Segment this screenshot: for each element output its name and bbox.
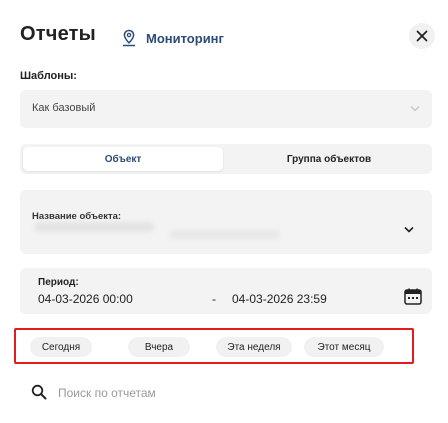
- period-label: Период:: [38, 277, 79, 288]
- templates-selected-value: Как базовый: [32, 102, 96, 114]
- period-end-value[interactable]: 04-03-2026 23:59: [232, 292, 327, 306]
- object-select[interactable]: Название объекта:: [20, 190, 432, 254]
- quick-range-today[interactable]: Сегодня: [30, 337, 92, 357]
- templates-label: Шаблоны:: [20, 70, 77, 82]
- quick-range-bar: Сегодня Вчера Эта неделя Этот месяц: [14, 328, 414, 364]
- report-search-input[interactable]: [58, 383, 418, 403]
- calendar-icon[interactable]: [404, 288, 422, 305]
- quick-range-this-week[interactable]: Эта неделя: [216, 337, 292, 357]
- templates-select[interactable]: Как базовый: [20, 90, 432, 128]
- search-icon: [31, 384, 47, 400]
- close-button[interactable]: [409, 23, 435, 49]
- target-type-switch: Объект Группа объектов: [20, 144, 432, 174]
- redacted-text: [170, 230, 280, 239]
- chevron-down-icon: [404, 226, 414, 233]
- monitoring-link[interactable]: Мониторинг: [146, 31, 224, 46]
- period-field[interactable]: Период: 04-03-2026 00:00 - 04-03-2026 23…: [20, 268, 432, 314]
- quick-range-yesterday[interactable]: Вчера: [128, 337, 190, 357]
- quick-range-this-month[interactable]: Этот месяц: [304, 337, 384, 357]
- page-title: Отчеты: [20, 23, 96, 45]
- tab-object-group[interactable]: Группа объектов: [229, 147, 429, 171]
- period-separator: -: [212, 292, 216, 306]
- tab-object[interactable]: Объект: [23, 147, 223, 171]
- location-pin-icon[interactable]: [121, 29, 137, 47]
- object-name-label: Название объекта:: [32, 211, 122, 222]
- chevron-down-icon: [410, 106, 420, 112]
- close-icon: [416, 30, 428, 42]
- period-start-value[interactable]: 04-03-2026 00:00: [38, 292, 133, 306]
- redacted-text: [34, 222, 154, 232]
